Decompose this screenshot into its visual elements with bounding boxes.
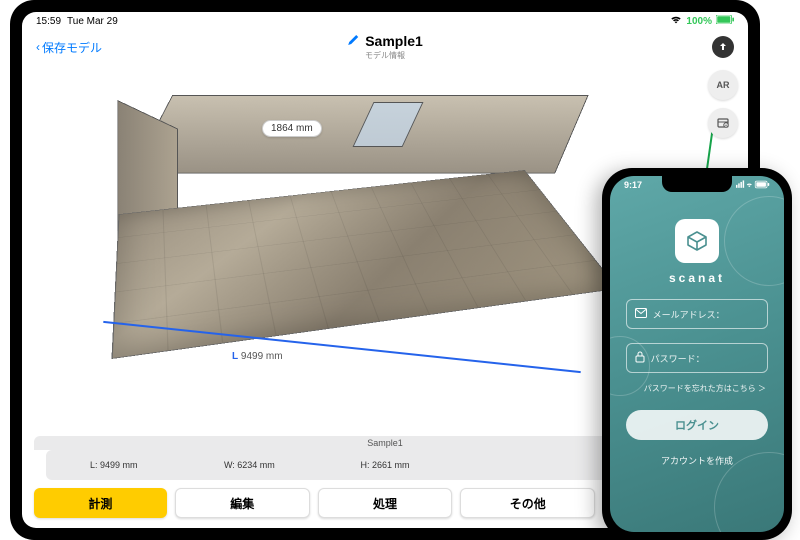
iphone-device: 9:17 scanat メールアドレス： パスワード： (602, 168, 792, 540)
info-l: L: 9499 mm (46, 460, 182, 470)
nav-bar: ‹ 保存モデル Sample1 モデル情報 (22, 30, 748, 64)
svg-text:+: + (725, 124, 727, 128)
login-button[interactable]: ログイン (626, 410, 769, 440)
email-label: メールアドレス： (653, 308, 725, 321)
measure-button[interactable]: 計測 (34, 488, 167, 518)
status-time: 15:59 (36, 16, 61, 27)
ar-button[interactable]: AR (708, 70, 738, 100)
measurement-pill[interactable]: 1864 mm (262, 120, 322, 137)
page-subtitle: モデル情報 (347, 50, 423, 61)
back-label: 保存モデル (42, 39, 102, 56)
measurement-value: 1864 mm (262, 120, 322, 137)
forgot-password-link[interactable]: パスワードを忘れた方はこちら ＞ (644, 383, 766, 394)
dim-l-axis: L (232, 351, 238, 362)
viewport-controls: AR + (708, 70, 738, 138)
status-bar: 15:59 Tue Mar 29 100% (22, 12, 748, 30)
wifi-icon (670, 15, 682, 27)
info-w: W: 6234 mm (182, 460, 318, 470)
info-h: H: 2661 mm (317, 460, 453, 470)
other-button[interactable]: その他 (460, 488, 595, 518)
page-title: Sample1 (365, 33, 423, 49)
back-button[interactable]: ‹ 保存モデル (36, 39, 102, 56)
create-account-link[interactable]: アカウントを作成 (661, 454, 733, 467)
notch (662, 176, 732, 192)
email-field[interactable]: メールアドレス： (626, 299, 769, 329)
mail-icon (635, 308, 647, 320)
brand-name: scanat (669, 271, 725, 285)
battery-icon (716, 15, 734, 27)
battery-text: 100% (686, 16, 712, 27)
app-logo (675, 219, 719, 263)
dimension-l: L 9499 mm (232, 351, 283, 362)
room-3d-model[interactable] (82, 84, 622, 404)
phone-time: 9:17 (624, 180, 642, 191)
dim-l-value: 9499 mm (241, 351, 283, 362)
password-field[interactable]: パスワード： (626, 343, 769, 373)
edit-button[interactable]: 編集 (175, 488, 310, 518)
upload-button[interactable] (712, 36, 734, 58)
lock-icon (635, 351, 645, 365)
phone-status-icons (736, 180, 770, 191)
layers-button[interactable]: + (708, 108, 738, 138)
chevron-left-icon: ‹ (36, 40, 40, 54)
password-label: パスワード： (651, 352, 705, 365)
iphone-screen: 9:17 scanat メールアドレス： パスワード： (610, 176, 784, 532)
pencil-icon[interactable] (347, 33, 359, 49)
status-date: Tue Mar 29 (67, 16, 118, 27)
process-button[interactable]: 処理 (318, 488, 453, 518)
